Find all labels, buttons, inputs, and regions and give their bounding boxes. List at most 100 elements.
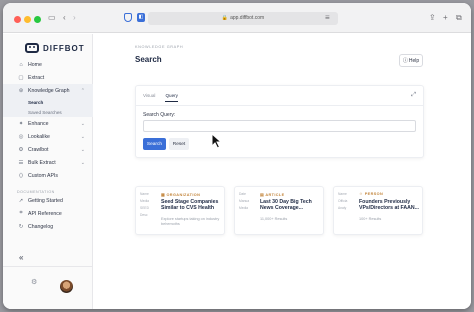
graph-icon: ⊛	[18, 87, 24, 94]
preview-label: Manua	[239, 199, 250, 203]
card-meta: 100+ Results	[359, 217, 382, 221]
breadcrumb[interactable]: KNOWLEDGE GRAPH	[135, 45, 183, 49]
preview-label: Media	[239, 206, 248, 210]
preview-label: Analy	[338, 206, 347, 210]
card-title: Founders Previously VPs/Directors at FAA…	[359, 199, 419, 211]
tab-divider	[136, 105, 423, 106]
browser-window: ▭ ‹ › ◧ 🔒 app.diffbot.com ≡ ⇪ + ⧉ DIFFBOT…	[3, 3, 471, 309]
search-query-input[interactable]	[143, 120, 416, 132]
new-tab-icon[interactable]: +	[443, 13, 448, 23]
sidebar-toggle-icon[interactable]: ▭	[48, 13, 56, 23]
enhance-icon: ✦	[18, 120, 24, 127]
brand-name: DIFFBOT	[43, 43, 85, 53]
sidebar-item-custom-apis[interactable]: ⟨⟩ Custom APIs	[3, 169, 93, 182]
robot-logo-icon	[25, 43, 39, 53]
custom-icon: ⟨⟩	[18, 172, 24, 179]
sidebar-subitem-saved-searches[interactable]: Saved Searches	[3, 107, 93, 117]
query-panel: Visual Query ⤢ Search Query: Search Rese…	[135, 85, 424, 158]
sidebar-item-label: Custom APIs	[28, 172, 58, 179]
card-preview-column: Name Media SEED Desc	[140, 191, 155, 219]
search-query-label: Search Query:	[143, 112, 176, 118]
close-window-button[interactable]	[14, 16, 21, 23]
sidebar-item-lookalike[interactable]: ◎ Lookalike ⌄	[3, 130, 93, 143]
share-icon[interactable]: ⇪	[429, 13, 436, 23]
sidebar-item-api-reference[interactable]: ⌗ API Reference	[3, 207, 93, 220]
mouse-cursor-icon	[211, 133, 222, 149]
chevron-down-icon: ⌄	[80, 133, 85, 140]
help-button[interactable]: ⓘ Help	[399, 54, 423, 67]
bulk-icon: ☰	[18, 159, 24, 166]
example-card-article[interactable]: Date Manua Media ▤ ARTICLE Last 30 Day B…	[234, 186, 324, 235]
shield-icon[interactable]	[124, 13, 132, 22]
code-icon: ⌗	[19, 210, 23, 216]
sidebar-item-knowledge-graph[interactable]: ⊛ Knowledge Graph ⌃	[3, 84, 93, 97]
rocket-icon: ➚	[18, 197, 24, 204]
card-preview-column: Date Manua Media	[239, 191, 254, 212]
preview-label: SEED	[140, 206, 149, 210]
sidebar-item-label: Getting Started	[28, 197, 63, 204]
diffbot-logo[interactable]: DIFFBOT	[25, 42, 85, 54]
tab-overview-icon[interactable]: ⧉	[456, 13, 462, 23]
tab-visual[interactable]: Visual	[143, 93, 155, 102]
expand-icon[interactable]: ⤢	[411, 92, 416, 99]
sidebar-item-label: Bulk Extract	[28, 159, 56, 166]
card-title: Seed Stage Companies Similar to CVS Heal…	[161, 199, 219, 211]
maximize-window-button[interactable]	[34, 16, 41, 23]
editor-tabs: Visual Query	[143, 93, 188, 102]
sidebar-item-label: Extract	[28, 74, 45, 81]
sidebar-item-crawlbot[interactable]: ⚙ Crawlbot ⌄	[3, 143, 93, 156]
extract-icon: ▢	[18, 74, 24, 81]
sidebar-item-label: Home	[28, 61, 42, 68]
tab-favicon-icon[interactable]: ◧	[137, 13, 145, 22]
sidebar-item-home[interactable]: ⌂ Home	[3, 58, 93, 71]
preview-label: Name	[140, 192, 149, 196]
minimize-window-button[interactable]	[24, 16, 31, 23]
user-avatar[interactable]	[60, 280, 73, 293]
sidebar-item-label: Lookalike	[28, 133, 50, 140]
tab-query[interactable]: Query	[165, 93, 178, 102]
preview-label: Date	[239, 192, 246, 196]
card-type: ▤ ARTICLE	[260, 192, 285, 197]
card-meta: Explore startups taking on industry behe…	[161, 217, 220, 226]
example-card-person[interactable]: Name Officia Analy ☺ PERSON Founders Pre…	[333, 186, 423, 235]
forward-icon[interactable]: ›	[73, 13, 76, 23]
help-icon: ⓘ	[402, 58, 408, 64]
chevron-down-icon: ⌄	[80, 120, 85, 127]
example-card-organization[interactable]: Name Media SEED Desc ▦ ORGANIZATION Seed…	[135, 186, 225, 235]
address-bar[interactable]: 🔒 app.diffbot.com	[148, 12, 338, 25]
card-meta: 11,000+ Results	[260, 217, 288, 221]
reader-icon[interactable]: ≡	[325, 13, 330, 23]
card-preview-column: Name Officia Analy	[338, 191, 353, 212]
sidebar-item-label: API Reference	[28, 210, 62, 217]
chevron-down-icon: ⌄	[80, 159, 85, 166]
lookalike-icon: ◎	[18, 133, 24, 140]
card-type: ☺ PERSON	[359, 192, 383, 196]
preview-label: Officia	[338, 199, 348, 203]
sidebar-item-changelog[interactable]: ↻ Changelog	[3, 220, 93, 233]
chevron-up-icon: ⌃	[80, 87, 85, 94]
sidebar-item-bulk-extract[interactable]: ☰ Bulk Extract ⌄	[3, 156, 93, 169]
sidebar-divider	[3, 266, 93, 267]
sidebar-item-label: Knowledge Graph	[28, 87, 70, 94]
title-bar: ▭ ‹ › ◧ 🔒 app.diffbot.com ≡ ⇪ + ⧉	[3, 3, 471, 33]
card-type-label: ORGANIZATION	[166, 193, 201, 197]
reset-button[interactable]: Reset	[169, 138, 189, 150]
card-type: ▦ ORGANIZATION	[161, 192, 200, 197]
settings-gear-icon[interactable]: ⚙	[31, 278, 37, 286]
sidebar-item-label: Enhance	[28, 120, 49, 127]
preview-label: Media	[140, 199, 149, 203]
back-icon[interactable]: ‹	[63, 13, 66, 23]
url-text: app.diffbot.com	[230, 15, 265, 21]
search-button[interactable]: Search	[143, 138, 166, 150]
home-icon: ⌂	[19, 61, 23, 68]
sidebar-item-getting-started[interactable]: ➚ Getting Started	[3, 194, 93, 207]
sidebar-subitem-search[interactable]: Search	[3, 97, 93, 107]
collapse-sidebar-icon[interactable]: «	[19, 253, 23, 262]
chevron-down-icon: ⌄	[80, 146, 85, 153]
sidebar-item-enhance[interactable]: ✦ Enhance ⌄	[3, 117, 93, 130]
help-label: Help	[408, 57, 420, 64]
card-type-label: ARTICLE	[265, 193, 285, 197]
documentation-section-label: DOCUMENTATION	[17, 190, 55, 194]
sidebar-item-extract[interactable]: ▢ Extract	[3, 71, 93, 84]
preview-label: Name	[338, 192, 347, 196]
